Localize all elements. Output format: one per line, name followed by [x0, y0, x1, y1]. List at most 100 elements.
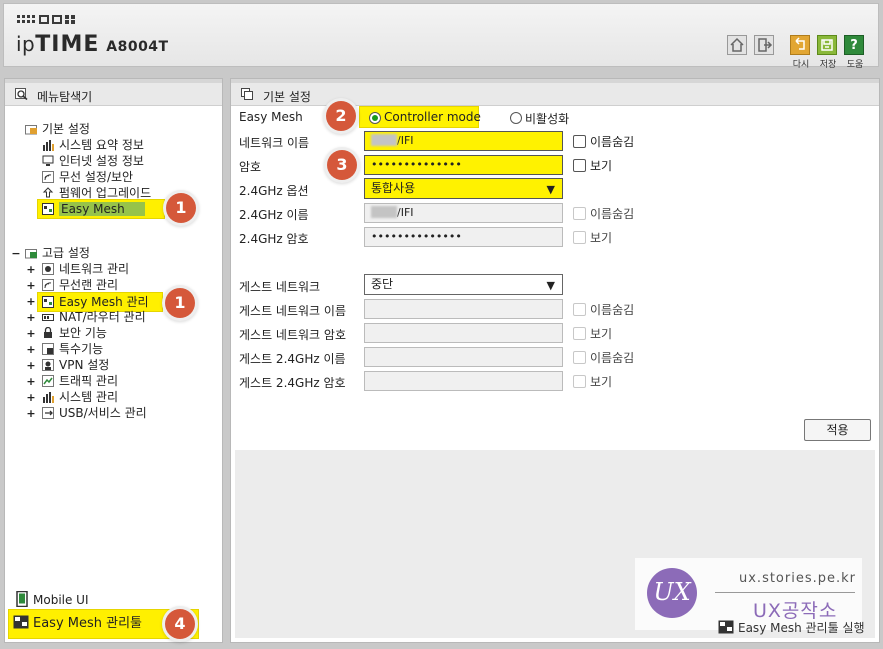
disable-label: 비활성화 — [525, 112, 570, 126]
help-button[interactable]: ? — [844, 35, 864, 55]
expand-icon[interactable]: + — [26, 375, 36, 388]
collapse-advanced-icon[interactable]: − — [11, 247, 21, 260]
logout-icon — [758, 38, 773, 52]
brand-logo: ipTIME A8004T — [16, 32, 169, 57]
tree-basic-settings[interactable]: 기본 설정 — [25, 121, 90, 137]
expand-icon[interactable]: + — [26, 311, 36, 324]
show-password-label: 보기 — [590, 159, 613, 173]
watermark-url: ux.stories.pe.kr — [739, 571, 857, 586]
guest-hide-name-label: 이름숨김 — [590, 303, 635, 317]
help-label: 도움 — [846, 60, 864, 70]
redacted-mask — [371, 134, 397, 146]
expand-icon[interactable]: + — [26, 343, 36, 356]
basic-settings-titlebar: 기본 설정 — [231, 79, 879, 106]
help-icon: ? — [850, 38, 858, 53]
tree-item-nat-router[interactable]: NAT/라우터 관리 — [42, 309, 146, 325]
traffic-icon — [42, 375, 55, 387]
tree-item-vpn[interactable]: VPN 설정 — [42, 357, 109, 373]
hide-name-label: 이름숨김 — [590, 135, 635, 149]
password-24-label: 2.4GHz 암호 — [239, 232, 309, 246]
expand-icon[interactable]: + — [26, 391, 36, 404]
band-option-select[interactable]: 통합사용 ▼ — [364, 178, 563, 199]
network-name-label: 네트워크 이름 — [239, 136, 310, 150]
guest-name-label: 게스트 네트워크 이름 — [239, 304, 346, 318]
tree-advanced-settings[interactable]: 고급 설정 — [25, 245, 90, 261]
guest-password-input — [364, 323, 563, 343]
tree-item-wlan-management[interactable]: 무선랜 관리 — [42, 277, 118, 293]
guest-network-select[interactable]: 중단 ▼ — [364, 274, 563, 295]
bar-chart-icon — [42, 391, 55, 403]
basic-settings-title: 기본 설정 — [263, 90, 311, 104]
mesh-tool-icon — [718, 620, 734, 634]
tree-item-system[interactable]: 시스템 관리 — [42, 389, 118, 405]
apply-button[interactable]: 적용 — [804, 419, 871, 441]
watermark-divider — [715, 592, 855, 593]
step-badge-4: 4 — [165, 609, 195, 639]
tree-item-system-summary[interactable]: 시스템 요약 정보 — [42, 137, 144, 153]
brand-dots-icon — [17, 13, 83, 27]
guest-24-hide-name-label: 이름숨김 — [590, 351, 635, 365]
hide-name-24-label: 이름숨김 — [590, 207, 635, 221]
wifi-icon — [42, 279, 55, 291]
usb-icon — [42, 407, 55, 419]
expand-icon[interactable]: + — [26, 407, 36, 420]
monitor-icon — [42, 155, 55, 167]
tree-item-usb-service[interactable]: USB/서비스 관리 — [42, 405, 147, 421]
magnifier-icon — [15, 88, 28, 100]
password-input[interactable]: •••••••••••••• — [364, 155, 563, 175]
guest-24-password-input — [364, 371, 563, 391]
password-24-input: •••••••••••••• — [364, 227, 563, 247]
expand-icon[interactable]: + — [26, 263, 36, 276]
easy-mesh-label: Easy Mesh — [239, 110, 303, 124]
expand-icon[interactable]: + — [26, 279, 36, 292]
save-button[interactable] — [817, 35, 837, 55]
app-header: ipTIME A8004T 다시 저장 ? 도움 — [3, 3, 879, 70]
mesh-tool-run-link[interactable]: Easy Mesh 관리툴 실행 — [718, 619, 865, 636]
lock-icon — [42, 326, 55, 339]
disable-radio[interactable] — [510, 112, 522, 124]
show-password-checkbox[interactable] — [573, 159, 586, 172]
network-icon — [42, 263, 55, 275]
tree-item-special-functions[interactable]: 특수기능 — [42, 341, 103, 357]
expand-icon[interactable]: + — [26, 295, 36, 308]
controller-mode-radio[interactable] — [369, 112, 381, 124]
guest-hide-name-checkbox — [573, 303, 586, 316]
tree-item-internet-info[interactable]: 인터넷 설정 정보 — [42, 153, 144, 169]
mobile-ui-link[interactable]: Mobile UI — [15, 590, 89, 609]
name-24-input: /IFI — [364, 203, 563, 223]
settings-doc-icon — [241, 88, 253, 100]
redacted-mask — [371, 206, 397, 218]
chevron-down-icon: ▼ — [546, 183, 555, 196]
guest-24-name-label: 게스트 2.4GHz 이름 — [239, 352, 346, 366]
save-icon — [821, 39, 833, 51]
home-button[interactable] — [727, 35, 747, 55]
tree-item-wireless-security[interactable]: 무선 설정/보안 — [42, 169, 133, 185]
tree-item-traffic[interactable]: 트래픽 관리 — [42, 373, 118, 389]
mesh-icon — [42, 295, 55, 308]
expand-icon[interactable]: + — [26, 327, 36, 340]
hide-name-checkbox[interactable] — [573, 135, 586, 148]
logout-button[interactable] — [754, 35, 774, 55]
guest-name-input — [364, 299, 563, 319]
model-name: A8004T — [106, 39, 169, 55]
undo-icon — [795, 37, 805, 50]
expand-icon[interactable]: + — [26, 359, 36, 372]
controller-mode-label: Controller mode — [384, 110, 481, 124]
undo-button[interactable] — [790, 35, 810, 55]
guest-24-password-label: 게스트 2.4GHz 암호 — [239, 376, 346, 390]
tree-item-security[interactable]: 보안 기능 — [42, 325, 107, 341]
network-name-input[interactable]: /IFI — [364, 131, 563, 151]
password-label: 암호 — [239, 160, 262, 174]
guest-password-label: 게스트 네트워크 암호 — [239, 328, 346, 342]
vpn-icon — [42, 359, 55, 371]
step-badge-2: 2 — [326, 101, 356, 131]
step-badge-3: 3 — [327, 150, 357, 180]
special-icon — [42, 343, 55, 355]
router-icon — [42, 311, 55, 323]
ux-logo: UX — [647, 568, 697, 618]
tree-item-network-management[interactable]: 네트워크 관리 — [42, 261, 129, 277]
upgrade-icon — [42, 187, 55, 199]
save-label: 저장 — [819, 60, 837, 70]
mesh-tool-icon — [13, 612, 29, 629]
tree-item-easy-mesh[interactable]: Easy Mesh — [37, 199, 165, 219]
